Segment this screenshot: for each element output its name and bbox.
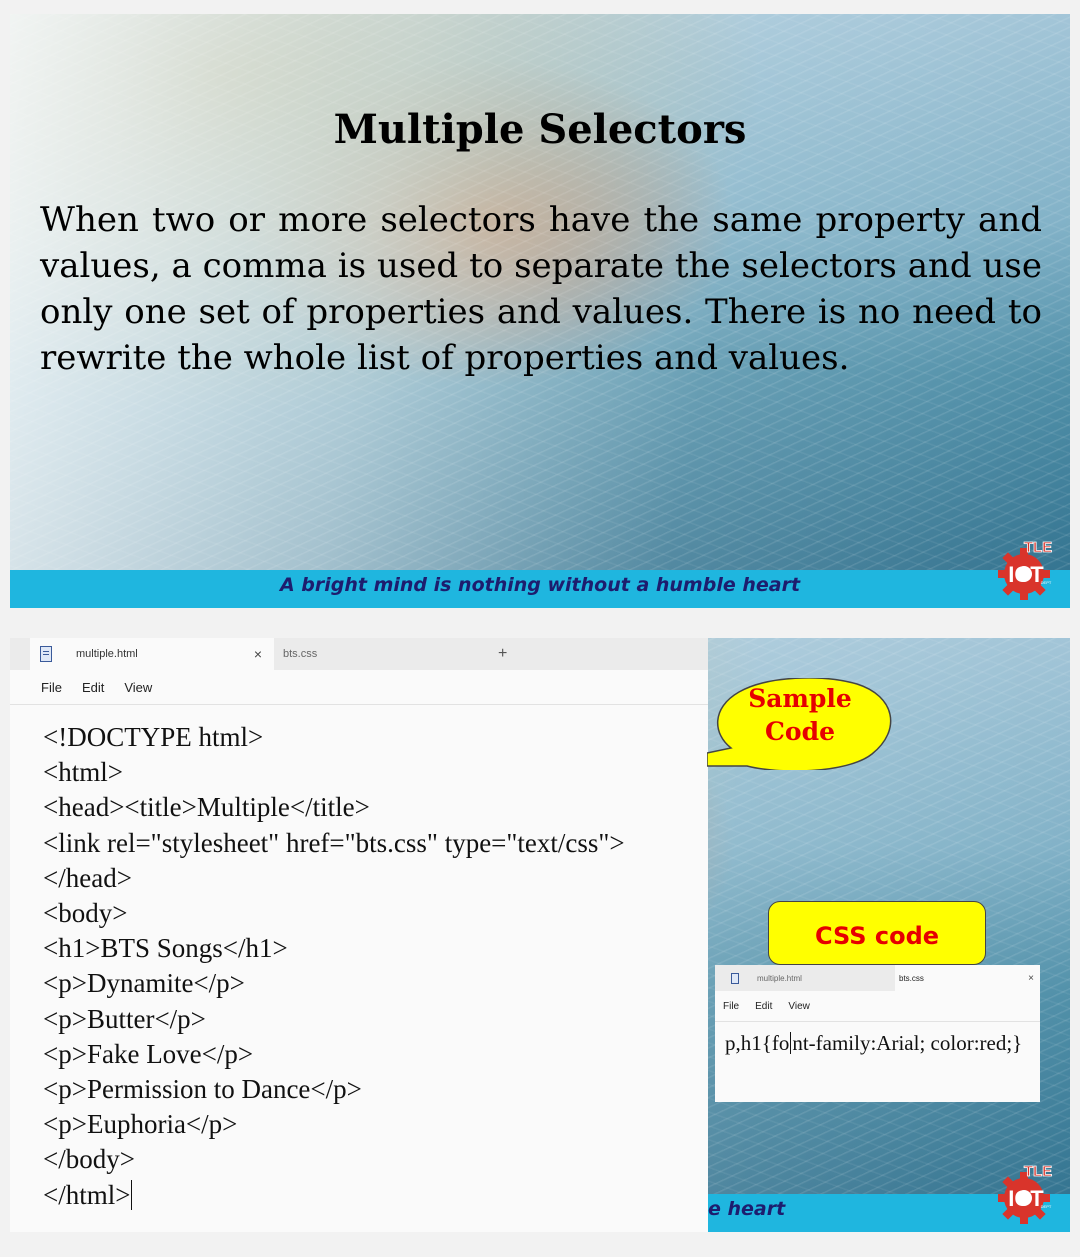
code-line: <p>Dynamite</p> bbox=[43, 968, 245, 999]
code-line: <link rel="stylesheet" href="bts.css" ty… bbox=[43, 827, 625, 858]
slide-multiple-selectors: Multiple Selectors When two or more sele… bbox=[10, 14, 1070, 608]
menu-view[interactable]: View bbox=[124, 680, 152, 695]
code-line: <p>Fake Love</p> bbox=[43, 1038, 254, 1069]
tab-multiple-html[interactable]: multiple.html bbox=[725, 965, 895, 991]
code-editor[interactable]: <!DOCTYPE html> <html> <head><title>Mult… bbox=[43, 720, 625, 1213]
css-code-editor[interactable]: p,h1{fo nt-family:Arial; color:red;} bbox=[725, 1031, 1022, 1056]
menu-file[interactable]: File bbox=[723, 1001, 739, 1012]
file-icon bbox=[40, 646, 52, 662]
tle-ict-gear-logo: TLE ICT DEPT bbox=[998, 1163, 1053, 1224]
sample-word: Sample bbox=[748, 684, 852, 713]
menu-view[interactable]: View bbox=[788, 1001, 810, 1012]
logo-tle-text: TLE bbox=[1024, 1163, 1052, 1180]
code-line: <p>Butter</p> bbox=[43, 1003, 206, 1034]
menu-edit[interactable]: Edit bbox=[82, 680, 104, 695]
notepad-window: multiple.html × bts.css + File Edit View… bbox=[10, 638, 708, 1232]
css-notepad-window: multiple.html bts.css × File Edit View p… bbox=[715, 965, 1040, 1102]
code-line: <body> bbox=[43, 898, 128, 929]
slide-sample-code: e heart multiple.html × bts.css + File E… bbox=[10, 638, 1070, 1232]
slide-title: Multiple Selectors bbox=[333, 106, 747, 153]
logo-dept-text: DEPT bbox=[1041, 580, 1052, 585]
tab-multiple-html[interactable]: multiple.html × bbox=[30, 638, 274, 670]
text-caret bbox=[131, 1179, 133, 1210]
code-line: </body> bbox=[43, 1144, 135, 1175]
logo-ict-text: ICT bbox=[1008, 562, 1044, 587]
tab-bar: multiple.html bts.css × bbox=[715, 965, 1040, 991]
close-icon[interactable]: × bbox=[254, 646, 262, 662]
css-code-part: p,h1{fo bbox=[725, 1031, 790, 1055]
code-line: </html> bbox=[43, 1179, 131, 1210]
menu-bar: File Edit View bbox=[715, 991, 1040, 1022]
menu-file[interactable]: File bbox=[41, 680, 62, 695]
tab-bar: multiple.html × bts.css + bbox=[10, 638, 708, 670]
code-line: </head> bbox=[43, 862, 132, 893]
footer-bar: A bright mind is nothing without a humbl… bbox=[10, 570, 1070, 608]
tab-bts-css[interactable]: bts.css bbox=[276, 638, 486, 670]
plus-icon[interactable]: + bbox=[498, 645, 507, 663]
slide-body-text: When two or more selectors have the same… bbox=[40, 200, 1042, 378]
code-line: <html> bbox=[43, 757, 123, 788]
tle-ict-gear-logo: TLE ICT DEPT bbox=[998, 539, 1053, 600]
footer-motto-partial: e heart bbox=[708, 1198, 786, 1220]
code-line: <p>Permission to Dance</p> bbox=[43, 1074, 362, 1105]
footer-motto: A bright mind is nothing without a humbl… bbox=[279, 574, 801, 596]
sample-code-label: Sample Code bbox=[740, 682, 860, 748]
file-icon bbox=[731, 972, 739, 984]
tab-bts-css[interactable]: bts.css × bbox=[895, 965, 1040, 991]
logo-dept-text: DEPT bbox=[1041, 1204, 1052, 1209]
code-line: <p>Euphoria</p> bbox=[43, 1109, 238, 1140]
tab-label: bts.css bbox=[899, 973, 924, 983]
menu-bar: File Edit View bbox=[10, 670, 708, 705]
css-code-label: CSS code bbox=[768, 901, 986, 965]
css-code-part: nt-family:Arial; color:red;} bbox=[792, 1031, 1023, 1055]
logo-ict-text: ICT bbox=[1008, 1186, 1044, 1211]
code-line: <head><title>Multiple</title> bbox=[43, 792, 370, 823]
tab-label: multiple.html bbox=[76, 648, 138, 660]
menu-edit[interactable]: Edit bbox=[755, 1001, 772, 1012]
code-line-last: </html> bbox=[43, 1178, 625, 1213]
logo-tle-text: TLE bbox=[1024, 539, 1052, 556]
tab-label: bts.css bbox=[283, 648, 318, 660]
code-line: <h1>BTS Songs</h1> bbox=[43, 933, 288, 964]
close-icon[interactable]: × bbox=[1028, 973, 1034, 984]
code-word: Code bbox=[765, 717, 835, 746]
code-line: <!DOCTYPE html> bbox=[43, 722, 264, 752]
tab-label: multiple.html bbox=[757, 973, 802, 983]
